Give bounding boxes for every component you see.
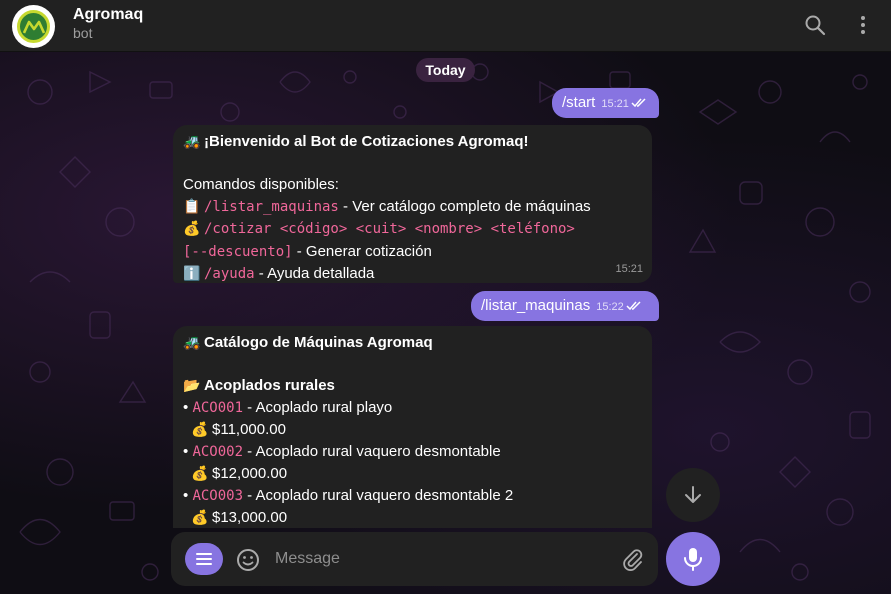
catalog-title-line: 🚜 Catálogo de Máquinas Agromaq	[183, 332, 642, 354]
message-text: /listar_maquinas	[481, 297, 591, 314]
section-title: Acoplados rurales	[204, 377, 335, 394]
search-icon[interactable]	[803, 13, 827, 37]
incoming-message[interactable]: 🚜 ¡Bienvenido al Bot de Cotizaciones Agro…	[173, 125, 652, 283]
outgoing-message[interactable]: /start 15:21	[552, 88, 659, 118]
money-bag-icon: 💰	[191, 509, 209, 525]
catalog-item: • ACO001 - Acoplado rural playo	[183, 397, 642, 420]
welcome-title: ¡Bienvenido al Bot de Cotizaciones Agrom…	[204, 133, 529, 150]
item-price: $13,000.00	[212, 509, 288, 526]
attach-button[interactable]	[620, 546, 646, 572]
catalog-item: • ACO003 - Acoplado rural vaquero desmon…	[183, 485, 642, 508]
double-check-icon	[626, 301, 641, 311]
agromaq-logo-icon	[17, 10, 50, 43]
message-input[interactable]	[275, 546, 605, 572]
date-divider: Today	[416, 58, 475, 82]
item-code[interactable]: ACO001	[192, 400, 243, 416]
command-line: [--descuento] - Generar cotización	[183, 241, 642, 264]
message-time: 15:21	[601, 98, 629, 110]
arrow-down-icon	[685, 486, 701, 503]
command-line: 📋/listar_maquinas - Ver catálogo complet…	[183, 196, 642, 219]
microphone-icon	[684, 548, 702, 571]
bullet: •	[183, 442, 189, 460]
voice-record-button[interactable]	[666, 532, 720, 586]
tractor-icon: 🚜	[183, 334, 201, 350]
bot-menu-button[interactable]	[185, 543, 223, 575]
chat-subtitle: bot	[73, 25, 93, 41]
catalog-item: • ACO002 - Acoplado rural vaquero desmon…	[183, 441, 642, 464]
message-text: /start	[562, 94, 596, 111]
command-description: - Generar cotización	[292, 242, 432, 260]
catalog-title: Catálogo de Máquinas Agromaq	[204, 334, 433, 351]
scroll-down-button[interactable]	[666, 468, 720, 522]
info-icon: ℹ️	[183, 265, 201, 281]
command-line: ℹ️/ayuda - Ayuda detallada	[183, 263, 642, 286]
command-description: - Ver catálogo completo de máquinas	[338, 197, 591, 215]
commands-heading: Comandos disponibles:	[183, 176, 339, 193]
paperclip-icon	[623, 549, 643, 571]
chat-title[interactable]: Agromaq	[73, 6, 143, 24]
menu-icon	[196, 553, 212, 565]
chat-header: Agromaq bot	[0, 0, 891, 52]
avatar[interactable]	[12, 5, 55, 48]
emoji-button[interactable]	[235, 547, 261, 573]
double-check-icon	[631, 98, 646, 108]
catalog-section: 📂 Acoplados rurales	[183, 375, 642, 397]
item-description: - Acoplado rural playo	[243, 398, 393, 416]
item-price-line: 💰 $13,000.00	[183, 507, 642, 528]
money-bag-icon: 💰	[183, 220, 201, 236]
more-vertical-icon[interactable]	[851, 13, 875, 37]
item-description: - Acoplado rural vaquero desmontable	[243, 442, 501, 460]
logo-mark	[22, 20, 45, 34]
clipboard-icon: 📋	[183, 197, 201, 214]
command-link[interactable]: /cotizar <código> <cuit> <nombre> <teléf…	[204, 221, 575, 237]
item-price: $12,000.00	[212, 465, 288, 482]
item-price-line: 💰 $12,000.00	[183, 463, 642, 485]
incoming-message[interactable]: 🚜 Catálogo de Máquinas Agromaq 📂 Acoplados…	[173, 326, 652, 528]
item-price: $11,000.00	[212, 421, 286, 438]
item-code[interactable]: ACO003	[192, 488, 243, 504]
message-time: 15:21	[615, 262, 643, 275]
command-link[interactable]: /listar_maquinas	[204, 199, 339, 215]
welcome-line: 🚜 ¡Bienvenido al Bot de Cotizaciones Agro…	[183, 131, 642, 153]
emoji-icon	[237, 549, 259, 571]
item-price-line: 💰 $11,000.00	[183, 419, 642, 441]
money-bag-icon: 💰	[191, 421, 209, 437]
folder-icon: 📂	[183, 377, 201, 393]
command-option: [--descuento]	[183, 243, 293, 260]
bullet: •	[183, 398, 189, 416]
bullet: •	[183, 486, 189, 504]
command-description: - Ayuda detallada	[254, 265, 375, 282]
outgoing-message[interactable]: /listar_maquinas 15:22	[471, 291, 659, 321]
item-description: - Acoplado rural vaquero desmontable 2	[243, 486, 514, 504]
command-line: 💰/cotizar <código> <cuit> <nombre> <telé…	[183, 218, 642, 241]
message-composer	[171, 532, 658, 586]
item-code[interactable]: ACO002	[192, 444, 243, 460]
command-link[interactable]: /ayuda	[204, 266, 255, 282]
tractor-icon: 🚜	[183, 133, 201, 149]
message-time: 15:22	[596, 301, 624, 313]
money-bag-icon: 💰	[191, 465, 209, 481]
